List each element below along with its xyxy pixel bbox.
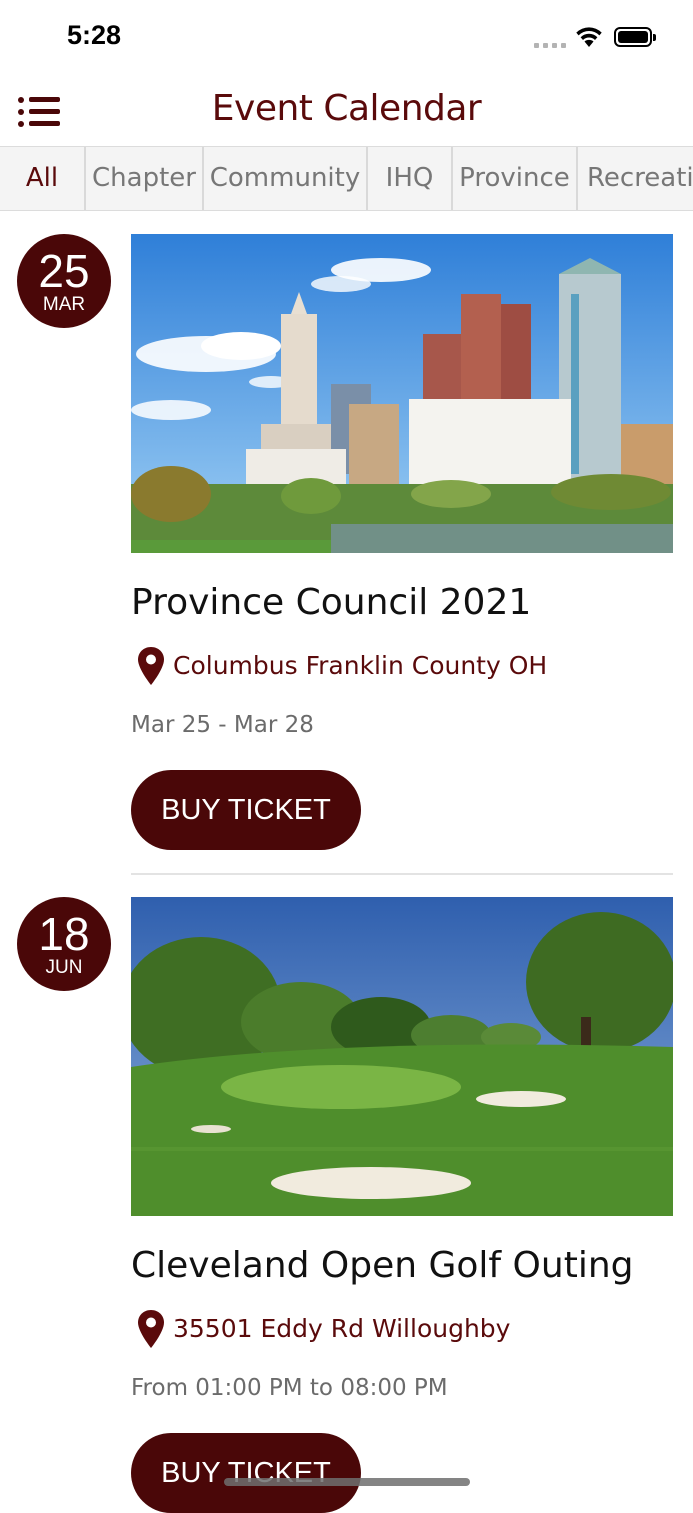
tab-all[interactable]: All — [0, 147, 86, 210]
buy-ticket-button[interactable]: BUY TICKET — [131, 1433, 361, 1513]
home-indicator[interactable] — [224, 1478, 470, 1486]
date-month: JUN — [45, 957, 83, 978]
event-date-range: Mar 25 - Mar 28 — [131, 712, 314, 738]
event-title: Province Council 2021 — [131, 582, 532, 623]
tab-recreational[interactable]: Recreational — [578, 147, 693, 210]
event-title: Cleveland Open Golf Outing — [131, 1245, 634, 1286]
date-month: MAR — [42, 294, 86, 315]
event-image-city-skyline[interactable] — [131, 234, 673, 553]
event-image-golf-course[interactable] — [131, 897, 673, 1216]
status-bar: 5:28 — [0, 0, 693, 78]
event-divider — [131, 873, 673, 875]
date-day: 18 — [38, 908, 90, 960]
location-pin-icon — [138, 647, 164, 685]
tab-province[interactable]: Province — [453, 147, 578, 210]
category-tabs: All Chapter Community IHQ Province Recre… — [0, 146, 693, 211]
tab-chapter[interactable]: Chapter — [86, 147, 204, 210]
tab-ihq[interactable]: IHQ — [368, 147, 453, 210]
battery-icon — [614, 27, 656, 47]
page-title: Event Calendar — [211, 88, 482, 129]
date-badge: 25 MAR — [17, 234, 111, 328]
tab-community[interactable]: Community — [204, 147, 368, 210]
buy-ticket-button[interactable]: BUY TICKET — [131, 770, 361, 850]
event-time-range: From 01:00 PM to 08:00 PM — [131, 1375, 448, 1401]
app-header: Event Calendar — [0, 78, 693, 146]
location-text: Columbus Franklin County OH — [173, 651, 548, 680]
date-badge: 18 JUN — [17, 897, 111, 991]
cellular-signal-icon — [534, 40, 566, 48]
date-day: 25 — [38, 245, 90, 297]
location-text: 35501 Eddy Rd Willoughby — [173, 1314, 511, 1343]
status-time: 5:28 — [67, 20, 122, 50]
wifi-icon — [576, 27, 602, 47]
location-pin-icon — [138, 1310, 164, 1348]
